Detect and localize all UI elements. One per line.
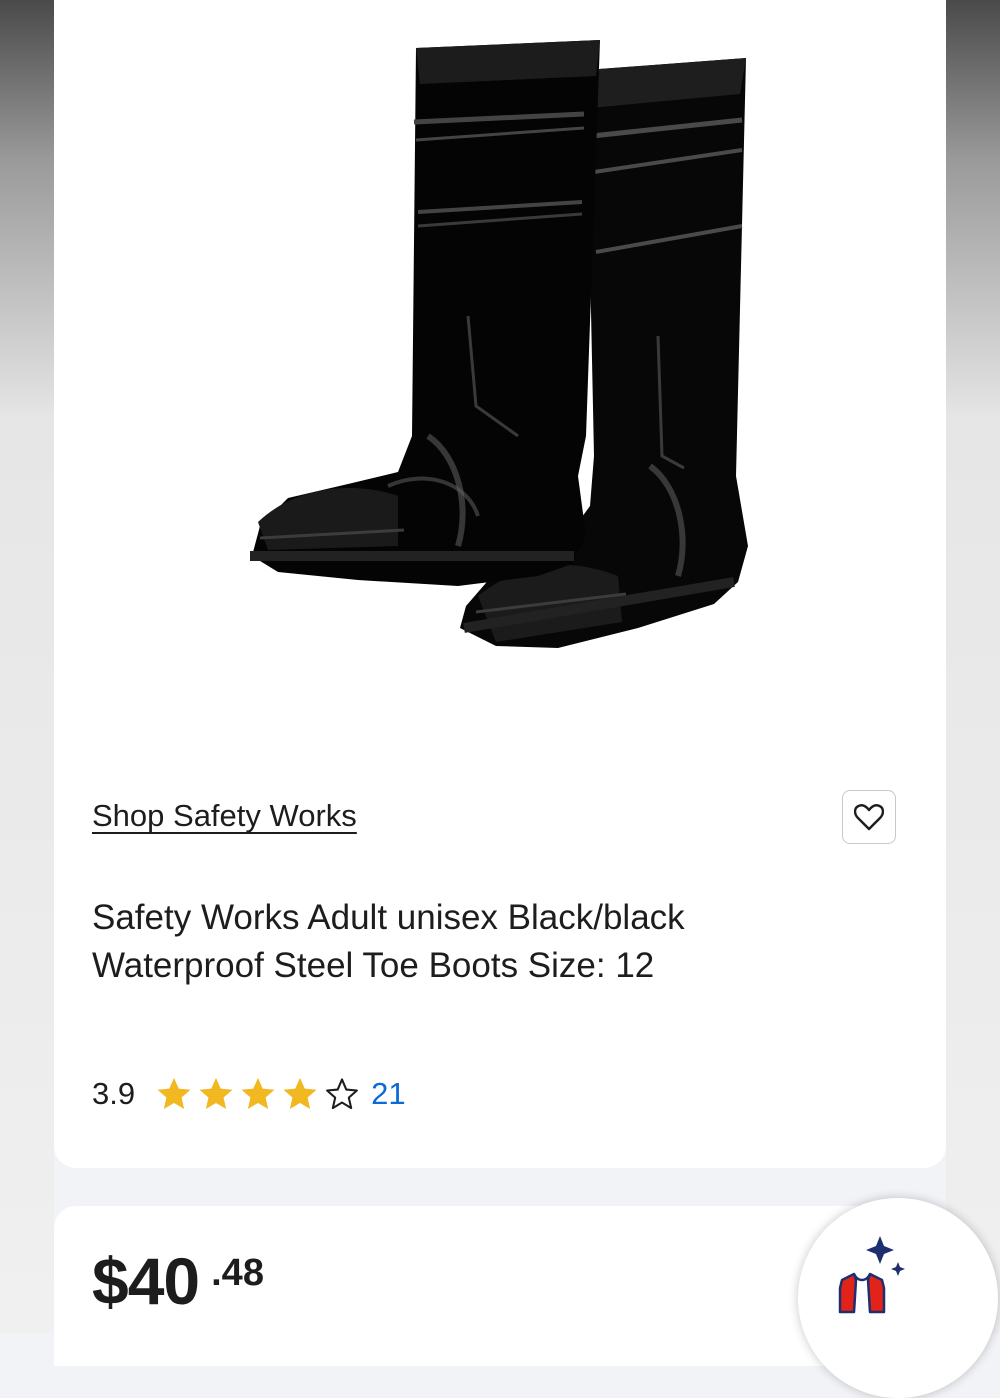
right-backdrop bbox=[946, 0, 1000, 1333]
rating-value: 3.9 bbox=[92, 1076, 136, 1111]
star-filled-icon bbox=[283, 1077, 317, 1110]
rating-row[interactable]: 3.9 21 bbox=[92, 1074, 406, 1114]
left-boot bbox=[250, 40, 600, 586]
star-filled-icon bbox=[157, 1077, 191, 1110]
price: $40 .48 bbox=[92, 1248, 264, 1314]
sparkle-vest-icon bbox=[838, 1236, 905, 1314]
product-title-line-1: Safety Works Adult unisex Black/black bbox=[92, 898, 685, 937]
product-title-line-2: Waterproof Steel Toe Boots Size: 12 bbox=[92, 946, 655, 985]
price-cents: .48 bbox=[211, 1252, 264, 1294]
product-image[interactable] bbox=[238, 16, 774, 684]
left-backdrop bbox=[0, 0, 54, 1333]
star-filled-icon bbox=[199, 1077, 233, 1110]
price-whole: $40 bbox=[92, 1244, 200, 1318]
favorite-button[interactable] bbox=[842, 790, 896, 844]
star-empty-icon bbox=[326, 1078, 359, 1110]
rating-stars bbox=[155, 1075, 361, 1113]
heart-outline-icon bbox=[854, 804, 884, 831]
shop-brand-link[interactable]: Shop Safety Works bbox=[92, 798, 357, 834]
star-filled-icon bbox=[241, 1077, 275, 1110]
review-count-link[interactable]: 21 bbox=[371, 1076, 405, 1112]
assistant-button[interactable] bbox=[798, 1198, 998, 1398]
